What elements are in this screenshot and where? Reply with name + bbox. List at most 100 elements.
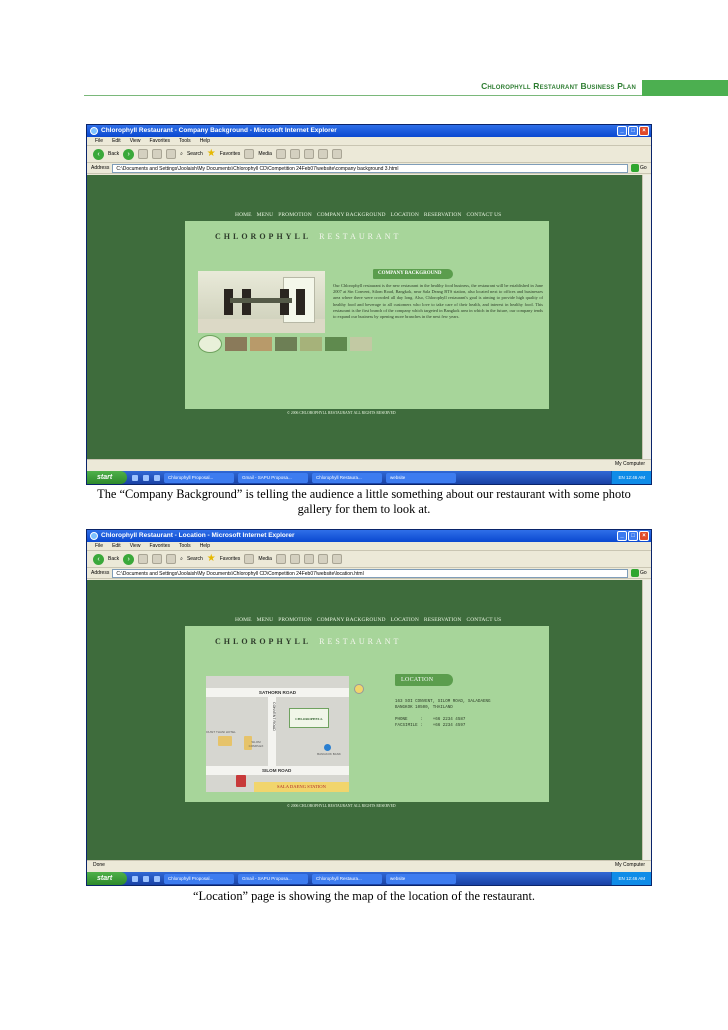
phone-line: PHONE : +66 2234 4587 [395,718,466,722]
media-icon[interactable] [244,554,255,564]
favorites-label[interactable]: Favorites [220,556,241,562]
back-label[interactable]: Back [108,151,119,157]
browser-toolbar: ‹ Back › ⌕ Search ★ Favorites Media [87,146,651,163]
folder-icon[interactable] [331,554,342,564]
favorites-label[interactable]: Favorites [220,151,241,157]
gallery-thumb[interactable] [275,337,297,351]
site-nav-menu[interactable]: MENU [257,212,274,218]
refresh-icon[interactable] [152,554,163,564]
taskbar-item[interactable]: Chlorophyll Proposal... [164,472,234,483]
go-arrow-icon [631,164,639,172]
taskbar-item[interactable]: website [386,873,456,884]
menu-help[interactable]: Help [200,137,210,145]
menu-file[interactable]: File [95,542,103,550]
gallery-thumb[interactable] [250,337,272,351]
media-label[interactable]: Media [258,151,272,157]
print-icon[interactable] [303,554,314,564]
brand-name: CHLOROPHYLL [215,637,312,646]
maximize-button[interactable]: □ [628,531,638,541]
quicklaunch-icon[interactable] [154,474,160,481]
site-nav-home[interactable]: HOME [235,617,252,623]
edit-icon[interactable] [317,554,328,564]
site-nav-location[interactable]: LOCATION [391,212,419,218]
taskbar-item[interactable]: website [386,472,456,483]
refresh-icon[interactable] [152,149,163,159]
forward-icon[interactable]: › [123,148,135,160]
home-icon[interactable] [166,149,177,159]
vertical-scrollbar[interactable] [642,580,651,860]
menu-favorites[interactable]: Favorites [149,542,170,550]
favorites-icon[interactable]: ★ [207,149,216,159]
site-nav-reservation[interactable]: RESERVATION [424,617,462,623]
site-nav-company-background[interactable]: COMPANY BACKGROUND [317,617,386,623]
taskbar-item[interactable]: Gmail - SAPU Proposa... [238,472,308,483]
history-icon[interactable] [275,149,286,159]
stop-icon[interactable] [138,149,149,159]
go-button[interactable]: Go [631,569,651,578]
taskbar-item[interactable]: Chlorophyll Restaura... [312,873,382,884]
search-icon[interactable]: ⌕ [180,151,183,157]
quicklaunch-icon[interactable] [132,474,138,481]
taskbar-item[interactable]: Chlorophyll Proposal... [164,873,234,884]
mail-icon[interactable] [289,554,300,564]
forward-icon[interactable]: › [123,553,135,565]
mail-icon[interactable] [289,149,300,159]
quicklaunch-icon[interactable] [154,875,160,882]
home-icon[interactable] [166,554,177,564]
site-nav-contact-us[interactable]: CONTACT US [466,617,501,623]
address-field[interactable]: C:\Documents and Settings\Joolaish\My Do… [112,163,628,173]
quicklaunch-icon[interactable] [143,875,149,882]
taskbar-item[interactable]: Gmail - SAPU Proposa... [238,873,308,884]
search-label[interactable]: Search [187,151,203,157]
go-button[interactable]: Go [631,164,651,173]
site-nav-promotion[interactable]: PROMOTION [278,617,312,623]
history-icon[interactable] [275,554,286,564]
menu-tools[interactable]: Tools [179,542,191,550]
quicklaunch-icon[interactable] [132,875,138,882]
menu-favorites[interactable]: Favorites [149,137,170,145]
maximize-button[interactable]: □ [628,126,638,136]
start-button[interactable]: start [87,471,127,484]
start-button[interactable]: start [87,872,127,885]
edit-icon[interactable] [317,149,328,159]
site-nav-reservation[interactable]: RESERVATION [424,212,462,218]
taskbar: start Chlorophyll Proposal... Gmail - SA… [87,872,651,885]
gallery-thumb[interactable] [325,337,347,351]
site-nav-company-background[interactable]: COMPANY BACKGROUND [317,212,386,218]
minimize-button[interactable]: _ [617,126,627,136]
vertical-scrollbar[interactable] [642,175,651,459]
stop-icon[interactable] [138,554,149,564]
media-icon[interactable] [244,149,255,159]
taskbar-item[interactable]: Chlorophyll Restaura... [312,472,382,483]
search-icon[interactable]: ⌕ [180,556,183,562]
site-nav-promotion[interactable]: PROMOTION [278,212,312,218]
menu-bar: File Edit View Favorites Tools Help [87,542,651,551]
folder-icon[interactable] [331,149,342,159]
back-icon[interactable]: ‹ [93,148,104,160]
favorites-icon[interactable]: ★ [207,554,216,564]
menu-tools[interactable]: Tools [179,137,191,145]
print-icon[interactable] [303,149,314,159]
menu-edit[interactable]: Edit [112,542,121,550]
menu-help[interactable]: Help [200,542,210,550]
menu-file[interactable]: File [95,137,103,145]
site-nav-home[interactable]: HOME [235,212,252,218]
menu-view[interactable]: View [130,137,141,145]
site-nav-menu[interactable]: MENU [257,617,274,623]
gallery-thumb[interactable] [350,337,372,351]
minimize-button[interactable]: _ [617,531,627,541]
gallery-thumb[interactable] [225,337,247,351]
menu-view[interactable]: View [130,542,141,550]
back-label[interactable]: Back [108,556,119,562]
back-icon[interactable]: ‹ [93,553,104,565]
gallery-thumb[interactable] [300,337,322,351]
close-button[interactable]: × [639,531,649,541]
media-label[interactable]: Media [258,556,272,562]
site-nav-contact-us[interactable]: CONTACT US [466,212,501,218]
close-button[interactable]: × [639,126,649,136]
address-field[interactable]: C:\Documents and Settings\Joolaish\My Do… [112,568,628,578]
quicklaunch-icon[interactable] [143,474,149,481]
search-label[interactable]: Search [187,556,203,562]
site-nav-location[interactable]: LOCATION [391,617,419,623]
menu-edit[interactable]: Edit [112,137,121,145]
